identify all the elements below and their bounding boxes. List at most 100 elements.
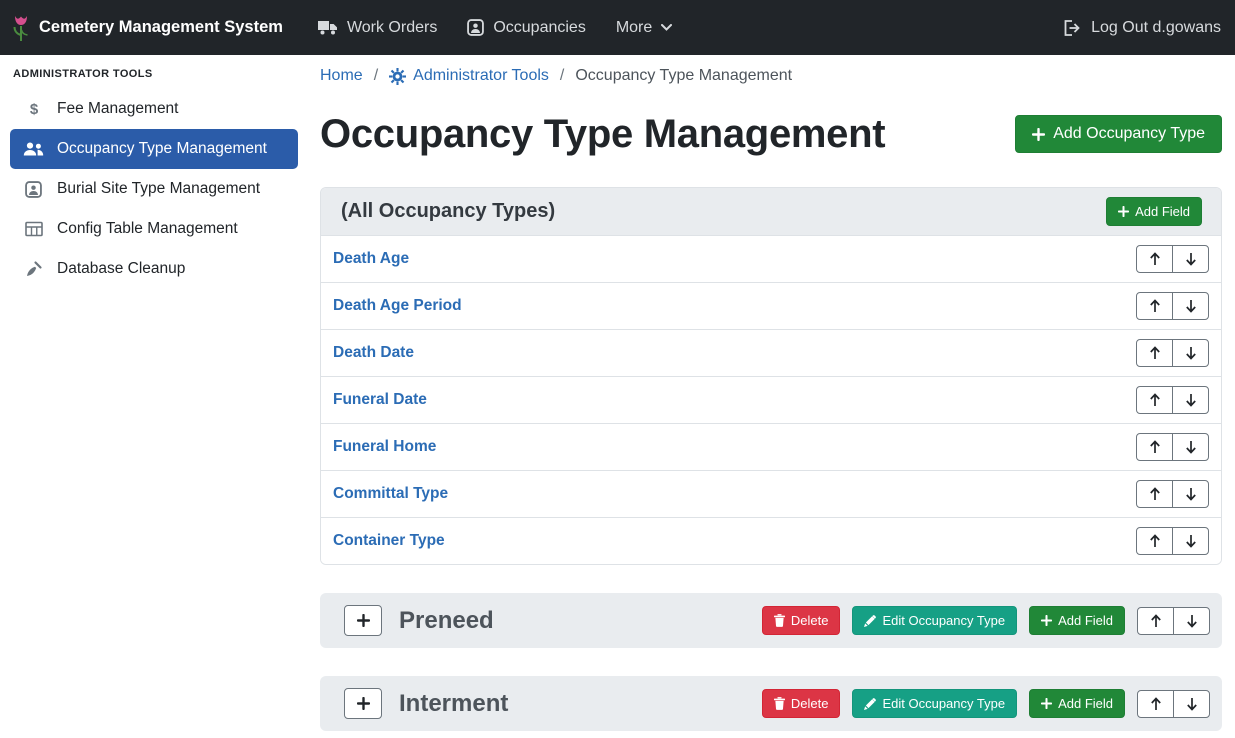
add-occupancy-type-button[interactable]: Add Occupancy Type bbox=[1015, 115, 1222, 153]
occupancy-type-sections: Preneed Delete Edit Occupancy Type Add F… bbox=[320, 593, 1222, 731]
section-title: Preneed bbox=[399, 607, 494, 635]
sidebar-item-occupancy-type-management[interactable]: Occupancy Type Management bbox=[10, 129, 298, 169]
dollar-icon: $ bbox=[23, 100, 44, 118]
reorder-buttons bbox=[1136, 339, 1209, 367]
move-up-button[interactable] bbox=[1136, 433, 1173, 461]
field-row: Funeral Date bbox=[321, 376, 1221, 423]
add-occupancy-type-label: Add Occupancy Type bbox=[1053, 125, 1205, 143]
plus-icon bbox=[1041, 615, 1052, 626]
move-up-button[interactable] bbox=[1137, 690, 1174, 718]
move-down-button[interactable] bbox=[1172, 433, 1209, 461]
sidebar-item-fee-management[interactable]: $ Fee Management bbox=[10, 89, 298, 129]
breadcrumb-separator: / bbox=[374, 67, 378, 85]
arrow-up-icon bbox=[1149, 440, 1161, 454]
portrait-icon bbox=[23, 181, 44, 198]
breadcrumb-home[interactable]: Home bbox=[320, 67, 363, 85]
move-down-button[interactable] bbox=[1172, 480, 1209, 508]
breadcrumb: Home / Administrator Tools / Occupancy T… bbox=[320, 67, 1222, 85]
add-field-label: Add Field bbox=[1135, 204, 1190, 219]
move-down-button[interactable] bbox=[1172, 527, 1209, 555]
sidebar-item-config-table-management[interactable]: Config Table Management bbox=[10, 209, 298, 249]
edit-occupancy-type-button[interactable]: Edit Occupancy Type bbox=[852, 689, 1017, 718]
arrow-down-icon bbox=[1185, 487, 1197, 501]
move-up-button[interactable] bbox=[1136, 292, 1173, 320]
field-link[interactable]: Funeral Home bbox=[333, 438, 436, 456]
move-down-button[interactable] bbox=[1172, 292, 1209, 320]
arrow-up-icon bbox=[1149, 534, 1161, 548]
plus-icon bbox=[357, 614, 370, 627]
reorder-buttons bbox=[1136, 527, 1209, 555]
reorder-buttons bbox=[1136, 386, 1209, 414]
add-field-button[interactable]: Add Field bbox=[1029, 606, 1125, 635]
gear-icon bbox=[389, 68, 406, 85]
field-link[interactable]: Container Type bbox=[333, 532, 445, 550]
arrow-up-icon bbox=[1149, 299, 1161, 313]
move-up-button[interactable] bbox=[1136, 480, 1173, 508]
plus-icon bbox=[1041, 698, 1052, 709]
nav-occupancies[interactable]: Occupancies bbox=[452, 0, 601, 55]
reorder-buttons bbox=[1137, 690, 1210, 718]
tulip-logo-icon bbox=[12, 14, 30, 42]
reorder-buttons bbox=[1136, 480, 1209, 508]
field-link[interactable]: Death Age Period bbox=[333, 297, 462, 315]
plus-icon bbox=[1118, 206, 1129, 217]
arrow-down-icon bbox=[1186, 697, 1198, 711]
sidebar-nav: $ Fee Management Occupancy Type Manageme… bbox=[0, 89, 308, 289]
logout-label: Log Out d.gowans bbox=[1091, 19, 1221, 37]
sidebar-item-label: Fee Management bbox=[57, 100, 179, 118]
portrait-icon bbox=[467, 19, 484, 36]
sidebar-item-label: Config Table Management bbox=[57, 220, 238, 238]
arrow-down-icon bbox=[1185, 534, 1197, 548]
card-title: (All Occupancy Types) bbox=[341, 200, 555, 223]
add-field-button[interactable]: Add Field bbox=[1029, 689, 1125, 718]
section-actions: Delete Edit Occupancy Type Add Field bbox=[762, 689, 1210, 718]
delete-button[interactable]: Delete bbox=[762, 689, 841, 718]
edit-occupancy-type-button[interactable]: Edit Occupancy Type bbox=[852, 606, 1017, 635]
arrow-up-icon bbox=[1149, 252, 1161, 266]
all-occupancy-types-card: (All Occupancy Types) Add Field Death Ag… bbox=[320, 187, 1222, 565]
breadcrumb-separator: / bbox=[560, 67, 564, 85]
reorder-buttons bbox=[1137, 607, 1210, 635]
field-row: Container Type bbox=[321, 517, 1221, 564]
move-down-button[interactable] bbox=[1172, 386, 1209, 414]
arrow-up-icon bbox=[1150, 697, 1162, 711]
expand-button[interactable] bbox=[344, 688, 382, 719]
title-row: Occupancy Type Management Add Occupancy … bbox=[320, 111, 1222, 157]
move-down-button[interactable] bbox=[1173, 690, 1210, 718]
breadcrumb-administrator-tools[interactable]: Administrator Tools bbox=[389, 67, 549, 85]
move-up-button[interactable] bbox=[1137, 607, 1174, 635]
arrow-down-icon bbox=[1186, 614, 1198, 628]
field-link[interactable]: Death Date bbox=[333, 344, 414, 362]
add-field-label: Add Field bbox=[1058, 613, 1113, 628]
field-link[interactable]: Death Age bbox=[333, 250, 409, 268]
move-up-button[interactable] bbox=[1136, 245, 1173, 273]
field-row: Death Date bbox=[321, 329, 1221, 376]
delete-label: Delete bbox=[791, 613, 829, 628]
expand-button[interactable] bbox=[344, 605, 382, 636]
arrow-down-icon bbox=[1185, 440, 1197, 454]
move-down-button[interactable] bbox=[1172, 339, 1209, 367]
plus-icon bbox=[1032, 128, 1045, 141]
logout-button[interactable]: Log Out d.gowans bbox=[1049, 0, 1223, 55]
add-field-button[interactable]: Add Field bbox=[1106, 197, 1202, 226]
field-list: Death Age Death Age Period Death Date bbox=[321, 236, 1221, 564]
chevron-down-icon bbox=[661, 24, 672, 31]
delete-button[interactable]: Delete bbox=[762, 606, 841, 635]
table-icon bbox=[23, 221, 44, 237]
sidebar-item-database-cleanup[interactable]: Database Cleanup bbox=[10, 249, 298, 289]
nav-more[interactable]: More bbox=[601, 0, 687, 55]
field-link[interactable]: Funeral Date bbox=[333, 391, 427, 409]
section-title: Interment bbox=[399, 690, 508, 718]
move-up-button[interactable] bbox=[1136, 339, 1173, 367]
delete-label: Delete bbox=[791, 696, 829, 711]
move-up-button[interactable] bbox=[1136, 386, 1173, 414]
field-link[interactable]: Committal Type bbox=[333, 485, 448, 503]
move-up-button[interactable] bbox=[1136, 527, 1173, 555]
move-down-button[interactable] bbox=[1173, 607, 1210, 635]
sidebar-item-burial-site-type-management[interactable]: Burial Site Type Management bbox=[10, 169, 298, 209]
breadcrumb-admin-label: Administrator Tools bbox=[413, 67, 549, 85]
app-brand[interactable]: Cemetery Management System bbox=[12, 14, 283, 42]
move-down-button[interactable] bbox=[1172, 245, 1209, 273]
app-title: Cemetery Management System bbox=[39, 18, 283, 37]
nav-work-orders[interactable]: Work Orders bbox=[303, 0, 452, 55]
